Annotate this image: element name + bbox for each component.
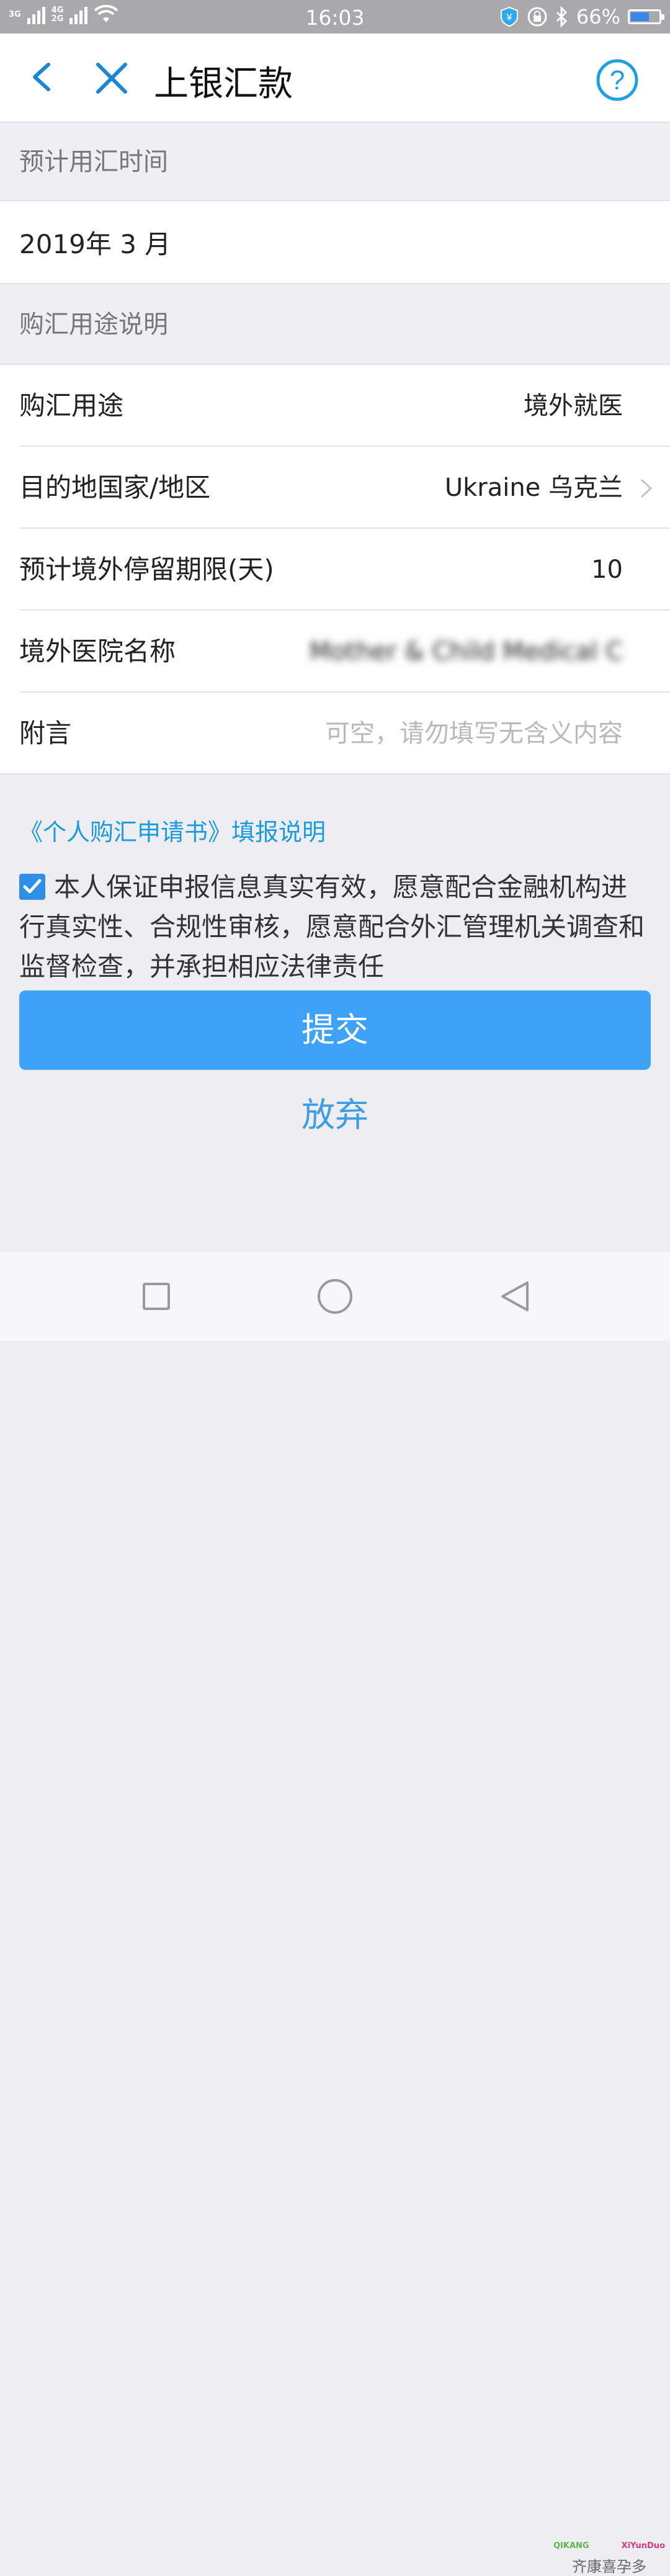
system-nav-bar: QIKANG XiYunDuo 齐康喜孕多 (0, 1251, 670, 2575)
watermark-logo: QIKANG XiYunDuo 齐康喜孕多 (553, 2541, 665, 2576)
nav-back-icon[interactable] (496, 1279, 534, 1314)
row-value: 境外就医 (524, 392, 623, 420)
recent-apps-icon[interactable] (143, 1283, 170, 1310)
section-header-purpose: 购汇用途说明 (0, 284, 670, 365)
status-right: ¥ 66% (499, 5, 664, 29)
rotation-lock-icon (527, 7, 547, 27)
row-label: 购汇用途 (19, 390, 124, 421)
remark-input[interactable]: 可空，请勿填写无含义内容 (325, 693, 623, 774)
give-up-button[interactable]: 放弃 (0, 1087, 670, 1136)
chevron-right-icon (640, 478, 653, 498)
row-destination[interactable]: 目的地国家/地区 Ukraine 乌克兰 (0, 447, 670, 529)
section-header-time: 预计用汇时间 (0, 123, 670, 201)
row-label: 目的地国家/地区 (19, 472, 211, 503)
row-label: 附言 (19, 718, 72, 748)
row-label: 预计境外停留期限(天) (19, 554, 274, 585)
watermark-right-brand: XiYunDuo (621, 2541, 665, 2551)
agreement-text: 本人保证申报信息真实有效，愿意配合金融机构进行真实性、合规性审核，愿意配合外汇管… (19, 872, 645, 982)
row-remark[interactable]: 附言 可空，请勿填写无含义内容 (0, 693, 670, 774)
battery-icon (628, 9, 664, 24)
back-arrow-icon[interactable] (25, 58, 62, 96)
svg-text:¥: ¥ (506, 12, 512, 23)
hospital-name-value: Mother & Child Medical C (309, 637, 623, 666)
row-value: Ukraine 乌克兰 (444, 473, 623, 502)
date-value[interactable]: 2019年 3 月 (0, 201, 670, 284)
svg-text:?: ? (610, 65, 625, 96)
date-field[interactable]: 2019年 3 月 (0, 201, 670, 284)
application-guide-link[interactable]: 《个人购汇申请书》填报说明 (19, 813, 326, 847)
watermark-chinese: 齐康喜孕多 (572, 2558, 646, 2575)
check-icon (23, 879, 42, 894)
watermark-left-brand: QIKANG (553, 2541, 589, 2551)
page-title: 上银汇款 (154, 64, 293, 104)
agreement-checkbox[interactable] (19, 874, 45, 900)
battery-fill (631, 12, 649, 21)
submit-button[interactable]: 提交 (19, 990, 651, 1070)
row-label: 境外医院名称 (19, 636, 176, 666)
home-icon[interactable] (318, 1279, 352, 1314)
row-value: 10 (591, 555, 623, 584)
row-stay-days[interactable]: 预计境外停留期限(天) 10 (0, 529, 670, 611)
shield-yen-icon: ¥ (500, 6, 518, 27)
battery-percent: 66% (576, 5, 620, 29)
row-purpose[interactable]: 购汇用途 境外就医 (0, 365, 670, 447)
close-icon[interactable] (94, 61, 129, 96)
help-icon[interactable]: ? (596, 58, 639, 102)
status-bar: 3G 4G 2G 16:03 ¥ 66% (0, 0, 670, 34)
title-bar: 上银汇款 ? (0, 34, 670, 123)
bluetooth-icon (556, 6, 567, 27)
row-hospital-name[interactable]: 境外医院名称 Mother & Child Medical C (0, 611, 670, 693)
agreement-block: 本人保证申报信息真实有效，愿意配合金融机构进行真实性、合规性审核，愿意配合外汇管… (19, 868, 652, 987)
